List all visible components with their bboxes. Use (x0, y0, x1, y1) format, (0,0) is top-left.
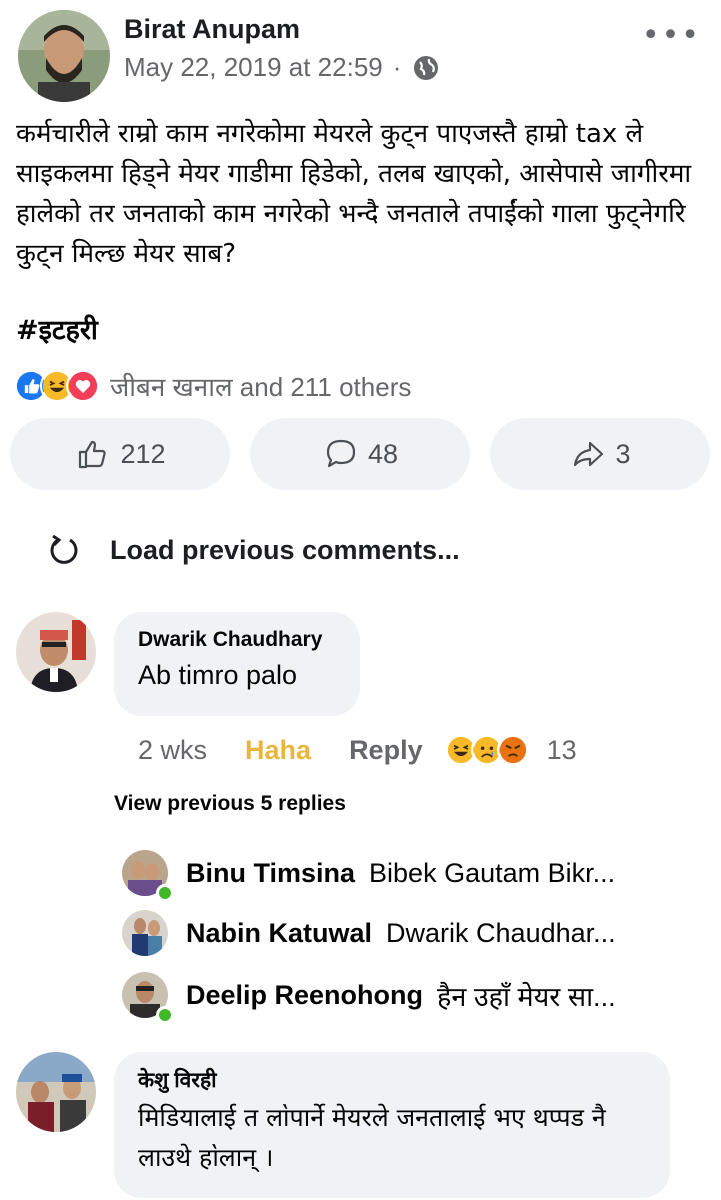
reply-preview: Dwarik Chaudhar... (386, 917, 616, 948)
online-status-indicator (156, 884, 174, 902)
comment-count: 48 (367, 438, 399, 469)
reactions-text: जीबन खनाल and 211 others (110, 372, 412, 402)
reply-avatar[interactable] (122, 850, 174, 902)
reply-avatar[interactable] (122, 910, 168, 956)
reply-preview: Bibek Gautam Bikr... (369, 857, 616, 888)
globe-icon[interactable] (411, 53, 441, 83)
thumbs-up-icon (79, 440, 107, 469)
post-timestamp[interactable]: May 22, 2019 at 22:59 (124, 52, 383, 83)
comment-avatar[interactable] (16, 1052, 96, 1132)
comment-author[interactable]: Dwarik Chaudhary (138, 628, 336, 652)
post-action-bar: 212 48 3 (10, 418, 710, 490)
more-options-icon[interactable]: ••• (642, 21, 701, 51)
post-body-text: कर्मचारीले राम्रो काम नगरेकोमा मेयरले कु… (16, 119, 692, 269)
reply-avatar[interactable] (122, 972, 174, 1024)
angry-icon (496, 734, 529, 766)
reply-author[interactable]: Deelip Reenohong (186, 980, 423, 1011)
haha-reaction-button[interactable]: Haha (245, 735, 311, 766)
view-previous-replies[interactable]: View previous 5 replies (114, 792, 346, 816)
reply-item[interactable]: Binu Timsina Bibek Gautam Bikr... (122, 850, 616, 902)
share-icon (574, 441, 604, 467)
post-author-avatar[interactable] (18, 10, 110, 102)
online-status-indicator (156, 1006, 174, 1024)
love-icon (66, 369, 100, 403)
comment-reaction-count: 13 (546, 734, 577, 765)
post-hashtag[interactable]: #इटहरी (16, 310, 98, 347)
reply-preview: हैन उहाँ मेयर सा... (437, 981, 616, 1012)
like-button[interactable]: 212 (10, 418, 230, 490)
refresh-icon (50, 534, 78, 564)
comment-meta: 2 wks Haha Reply 13 (138, 734, 577, 766)
post-meta: May 22, 2019 at 22:59 · (124, 52, 441, 83)
load-previous-comments[interactable]: Load previous comments... (44, 530, 460, 570)
reply-author[interactable]: Binu Timsina (186, 858, 355, 889)
comment-author[interactable]: केशु विरही (138, 1066, 646, 1094)
like-count: 212 (120, 438, 166, 469)
comment-text: Ab timro palo (138, 660, 298, 690)
load-previous-label: Load previous comments... (110, 534, 460, 565)
comment-bubble: केशु विरही मिडियालाई त ला॓पार्ने मेयरले … (114, 1052, 670, 1198)
comment-button[interactable]: 48 (250, 418, 470, 490)
comment-bubble: Dwarik Chaudhary Ab timro palo (114, 612, 360, 716)
reply-author[interactable]: Nabin Katuwal (186, 918, 372, 949)
meta-separator: · (392, 52, 402, 82)
reply-item[interactable]: Deelip Reenohong हैन उहाँ मेयर सा... (122, 972, 616, 1024)
comment-text: मिडियालाई त ला॓पार्ने मेयरले जनतालाई भए … (138, 1103, 606, 1172)
post-author-name[interactable]: Birat Anupam (124, 14, 300, 45)
reply-item[interactable]: Nabin Katuwal Dwarik Chaudhar... (122, 910, 616, 956)
comment-time[interactable]: 2 wks (138, 735, 207, 766)
comment-reactions[interactable] (444, 734, 529, 766)
comment-icon (326, 439, 356, 468)
comment-avatar[interactable] (16, 612, 96, 692)
reactions-summary[interactable]: जीबन खनाल and 211 others (14, 368, 411, 404)
share-count: 3 (615, 438, 631, 469)
reply-button[interactable]: Reply (349, 735, 423, 766)
share-button[interactable]: 3 (490, 418, 710, 490)
